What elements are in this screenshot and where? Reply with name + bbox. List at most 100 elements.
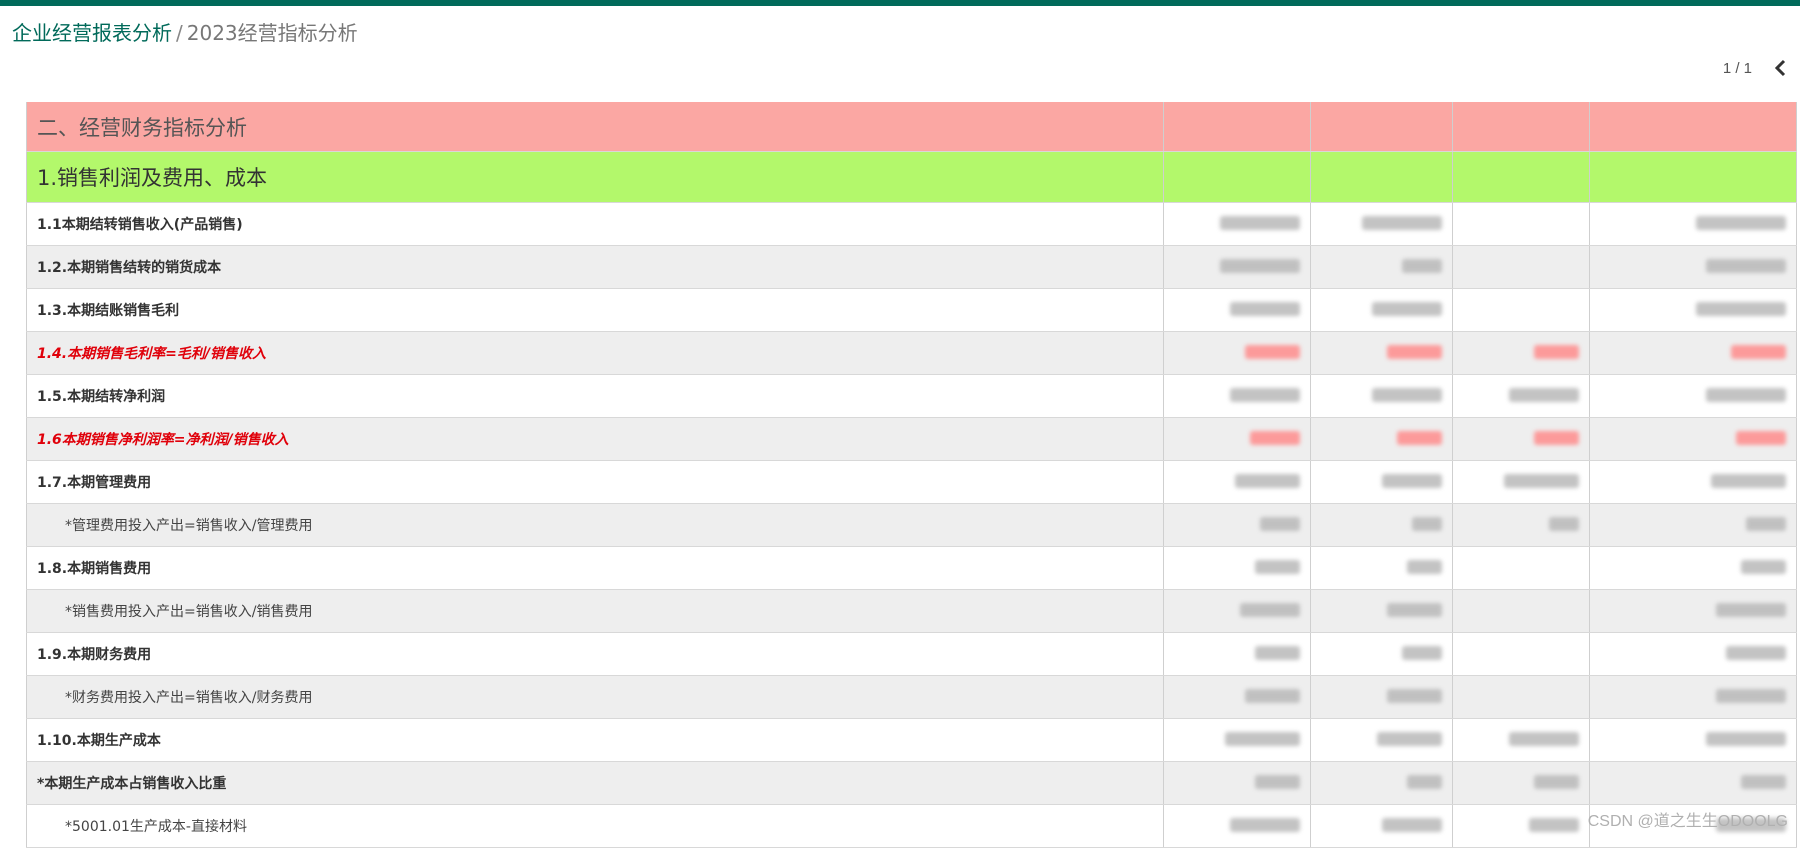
redacted-value [1230, 301, 1300, 316]
row-label: 1.7.本期管理费用 [26, 460, 1164, 504]
value-cell-4 [1589, 417, 1797, 461]
value-cell-2 [1310, 589, 1453, 633]
value-cell-1 [1163, 460, 1311, 504]
section-header-row: 二、经营财务指标分析 [26, 102, 1797, 152]
row-label: *销售费用投入产出=销售收入/销售费用 [26, 589, 1164, 633]
value-cell-1 [1163, 245, 1311, 289]
chevron-left-icon [1774, 59, 1786, 77]
table-row: *本期生产成本占销售收入比重 [26, 761, 1797, 805]
value-cell-1 [1163, 675, 1311, 719]
value-cell-4 [1589, 151, 1797, 203]
redacted-value [1220, 258, 1300, 273]
redacted-value [1377, 731, 1442, 746]
pager-value[interactable]: 1 / 1 [1723, 60, 1752, 77]
value-cell-3 [1452, 374, 1590, 418]
left-gutter [0, 102, 27, 841]
value-cell-3 [1452, 460, 1590, 504]
value-cell-4 [1589, 374, 1797, 418]
value-cell-1 [1163, 102, 1311, 152]
redacted-value [1245, 688, 1300, 703]
redacted-value [1387, 602, 1442, 617]
row-label: 1.2.本期销售结转的销货成本 [26, 245, 1164, 289]
value-cell-3 [1452, 761, 1590, 805]
breadcrumb-root-link[interactable]: 企业经营报表分析 [12, 21, 172, 45]
row-label: 1.9.本期财务费用 [26, 632, 1164, 676]
redacted-value [1731, 344, 1786, 359]
redacted-value [1407, 774, 1442, 789]
row-label: 1.6本期销售净利润率=净利润/销售收入 [26, 417, 1164, 461]
redacted-value [1407, 559, 1442, 574]
value-cell-3 [1452, 151, 1590, 203]
value-cell-1 [1163, 589, 1311, 633]
redacted-value [1260, 516, 1300, 531]
redacted-value [1220, 215, 1300, 230]
value-cell-3 [1452, 245, 1590, 289]
value-cell-1 [1163, 288, 1311, 332]
redacted-value [1240, 602, 1300, 617]
redacted-value [1741, 559, 1786, 574]
redacted-value [1397, 430, 1442, 445]
table-row: 1.8.本期销售费用 [26, 546, 1797, 590]
row-label: *本期生产成本占销售收入比重 [26, 761, 1164, 805]
value-cell-4 [1589, 675, 1797, 719]
redacted-value [1534, 344, 1579, 359]
value-cell-2 [1310, 151, 1453, 203]
value-cell-4 [1589, 460, 1797, 504]
row-label: 1.8.本期销售费用 [26, 546, 1164, 590]
value-cell-1 [1163, 417, 1311, 461]
value-cell-1 [1163, 718, 1311, 762]
redacted-value [1711, 473, 1786, 488]
value-cell-2 [1310, 102, 1453, 152]
table-row: 1.9.本期财务费用 [26, 632, 1797, 676]
table-row: *财务费用投入产出=销售收入/财务费用 [26, 675, 1797, 719]
redacted-value [1230, 817, 1300, 832]
value-cell-2 [1310, 718, 1453, 762]
table-row: 1.4.本期销售毛利率=毛利/销售收入 [26, 331, 1797, 375]
report-table: 二、经营财务指标分析 1.销售利润及费用、成本 1.1本期结转销售收入(产品销售) 1… [26, 102, 1797, 848]
redacted-value [1245, 344, 1300, 359]
redacted-value [1387, 344, 1442, 359]
value-cell-3 [1452, 417, 1590, 461]
redacted-value [1230, 387, 1300, 402]
value-cell-1 [1163, 374, 1311, 418]
row-label: 1.4.本期销售毛利率=毛利/销售收入 [26, 331, 1164, 375]
redacted-value [1387, 688, 1442, 703]
redacted-value [1250, 430, 1300, 445]
value-cell-2 [1310, 417, 1453, 461]
redacted-value [1534, 774, 1579, 789]
redacted-value [1382, 817, 1442, 832]
value-cell-2 [1310, 675, 1453, 719]
value-cell-3 [1452, 503, 1590, 547]
value-cell-3 [1452, 331, 1590, 375]
value-cell-2 [1310, 503, 1453, 547]
value-cell-3 [1452, 202, 1590, 246]
redacted-value [1402, 258, 1442, 273]
top-accent-bar [0, 0, 1800, 6]
value-cell-2 [1310, 761, 1453, 805]
redacted-value [1741, 774, 1786, 789]
value-cell-3 [1452, 804, 1590, 848]
value-cell-2 [1310, 331, 1453, 375]
watermark: CSDN @道之生生ODOOLG [1587, 813, 1788, 830]
value-cell-4 [1589, 331, 1797, 375]
value-cell-1 [1163, 331, 1311, 375]
value-cell-4 [1589, 632, 1797, 676]
value-cell-4 [1589, 503, 1797, 547]
redacted-value [1372, 387, 1442, 402]
row-label: 1.5.本期结转净利润 [26, 374, 1164, 418]
value-cell-4 [1589, 589, 1797, 633]
row-label: *财务费用投入产出=销售收入/财务费用 [26, 675, 1164, 719]
pager-previous-button[interactable] [1768, 55, 1794, 81]
value-cell-4 [1589, 761, 1797, 805]
redacted-value [1716, 602, 1786, 617]
table-row: *管理费用投入产出=销售收入/管理费用 [26, 503, 1797, 547]
redacted-value [1549, 516, 1579, 531]
subsection-header-row: 1.销售利润及费用、成本 [26, 151, 1797, 203]
redacted-value [1529, 817, 1579, 832]
value-cell-2 [1310, 460, 1453, 504]
row-label: 1.销售利润及费用、成本 [26, 151, 1164, 203]
value-cell-4 [1589, 288, 1797, 332]
redacted-value [1504, 473, 1579, 488]
value-cell-2 [1310, 804, 1453, 848]
table-row: 1.10.本期生产成本 [26, 718, 1797, 762]
